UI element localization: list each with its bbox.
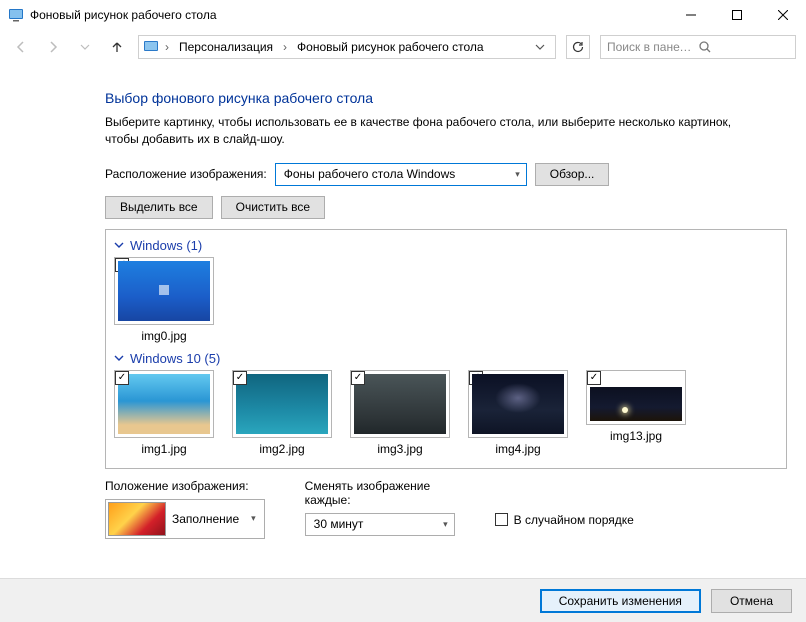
wallpaper-thumb[interactable]: ✓ img2.jpg — [232, 370, 332, 456]
footer-bar: Сохранить изменения Отмена — [0, 578, 806, 622]
back-button[interactable] — [10, 36, 32, 58]
thumb-image — [118, 374, 210, 434]
wallpaper-thumb[interactable]: ✓ img4.jpg — [468, 370, 568, 456]
search-placeholder: Поиск в панели управления — [607, 40, 698, 54]
maximize-button[interactable] — [714, 0, 760, 30]
thumb-image — [354, 374, 446, 434]
app-icon — [8, 7, 24, 23]
thumb-image — [590, 387, 682, 421]
checkbox-box — [495, 513, 508, 526]
location-combobox[interactable]: Фоны рабочего стола Windows ▾ — [275, 163, 527, 186]
thumb-image — [472, 374, 564, 434]
page-title: Выбор фонового рисунка рабочего стола — [105, 90, 790, 106]
chevron-down-icon: ▾ — [515, 169, 520, 180]
shuffle-label: В случайном порядке — [514, 513, 634, 527]
interval-value: 30 минут — [314, 517, 364, 531]
wallpaper-thumb[interactable]: ✓ img1.jpg — [114, 370, 214, 456]
thumb-image — [118, 261, 210, 321]
position-preview — [108, 502, 166, 536]
thumb-caption: img2.jpg — [259, 442, 304, 456]
clear-all-button[interactable]: Очистить все — [221, 196, 325, 219]
nav-bar: › Персонализация › Фоновый рисунок рабоч… — [0, 30, 806, 64]
wallpaper-thumb[interactable]: ✓ img13.jpg — [586, 370, 686, 456]
location-label: Расположение изображения: — [105, 167, 267, 181]
location-value: Фоны рабочего стола Windows — [284, 167, 456, 181]
wallpaper-thumb[interactable]: ✓ img0.jpg — [114, 257, 214, 343]
minimize-button[interactable] — [668, 0, 714, 30]
browse-button[interactable]: Обзор... — [535, 163, 610, 186]
select-all-button[interactable]: Выделить все — [105, 196, 213, 219]
group-header-windows[interactable]: Windows (1) — [114, 238, 778, 253]
thumb-caption: img4.jpg — [495, 442, 540, 456]
thumb-checkbox[interactable]: ✓ — [115, 371, 129, 385]
content-area: Выбор фонового рисунка рабочего стола Вы… — [0, 64, 790, 539]
cancel-button[interactable]: Отмена — [711, 589, 792, 613]
group-title: Windows (1) — [130, 238, 202, 253]
group-title: Windows 10 (5) — [130, 351, 220, 366]
window-title: Фоновый рисунок рабочего стола — [30, 8, 217, 22]
control-panel-icon — [143, 39, 159, 55]
thumb-caption: img1.jpg — [141, 442, 186, 456]
breadcrumb-desktop-background[interactable]: Фоновый рисунок рабочего стола — [293, 40, 488, 54]
chevron-right-icon[interactable]: › — [281, 40, 289, 54]
shuffle-checkbox[interactable]: В случайном порядке — [495, 513, 634, 527]
thumb-checkbox[interactable]: ✓ — [351, 371, 365, 385]
wallpaper-thumb[interactable]: ✓ img3.jpg — [350, 370, 450, 456]
thumb-caption: img0.jpg — [141, 329, 186, 343]
thumb-caption: img13.jpg — [610, 429, 662, 443]
forward-button[interactable] — [42, 36, 64, 58]
thumb-image — [236, 374, 328, 434]
chevron-right-icon[interactable]: › — [163, 40, 171, 54]
position-combobox[interactable]: Заполнение ▾ — [105, 499, 265, 539]
thumb-checkbox[interactable]: ✓ — [587, 371, 601, 385]
refresh-button[interactable] — [566, 35, 590, 59]
wallpaper-gallery[interactable]: Windows (1) ✓ img0.jpg Windows 10 (5) ✓ … — [105, 229, 787, 469]
chevron-down-icon — [114, 353, 124, 363]
position-label: Положение изображения: — [105, 479, 265, 493]
thumb-checkbox[interactable]: ✓ — [233, 371, 247, 385]
interval-combobox[interactable]: 30 минут ▾ — [305, 513, 455, 536]
interval-label: Сменять изображение каждые: — [305, 479, 455, 507]
save-button[interactable]: Сохранить изменения — [540, 589, 701, 613]
title-bar: Фоновый рисунок рабочего стола — [0, 0, 806, 30]
close-button[interactable] — [760, 0, 806, 30]
search-input[interactable]: Поиск в панели управления — [600, 35, 796, 59]
recent-locations-button[interactable] — [74, 36, 96, 58]
chevron-down-icon — [114, 240, 124, 250]
breadcrumb-personalization[interactable]: Персонализация — [175, 40, 277, 54]
instruction-text: Выберите картинку, чтобы использовать ее… — [105, 114, 765, 149]
address-dropdown-icon[interactable] — [529, 42, 551, 52]
search-icon — [698, 40, 789, 54]
chevron-down-icon: ▾ — [245, 513, 262, 524]
thumb-caption: img3.jpg — [377, 442, 422, 456]
address-bar[interactable]: › Персонализация › Фоновый рисунок рабоч… — [138, 35, 556, 59]
position-value: Заполнение — [172, 512, 239, 526]
chevron-down-icon: ▾ — [443, 519, 448, 530]
up-button[interactable] — [106, 36, 128, 58]
group-header-windows10[interactable]: Windows 10 (5) — [114, 351, 778, 366]
